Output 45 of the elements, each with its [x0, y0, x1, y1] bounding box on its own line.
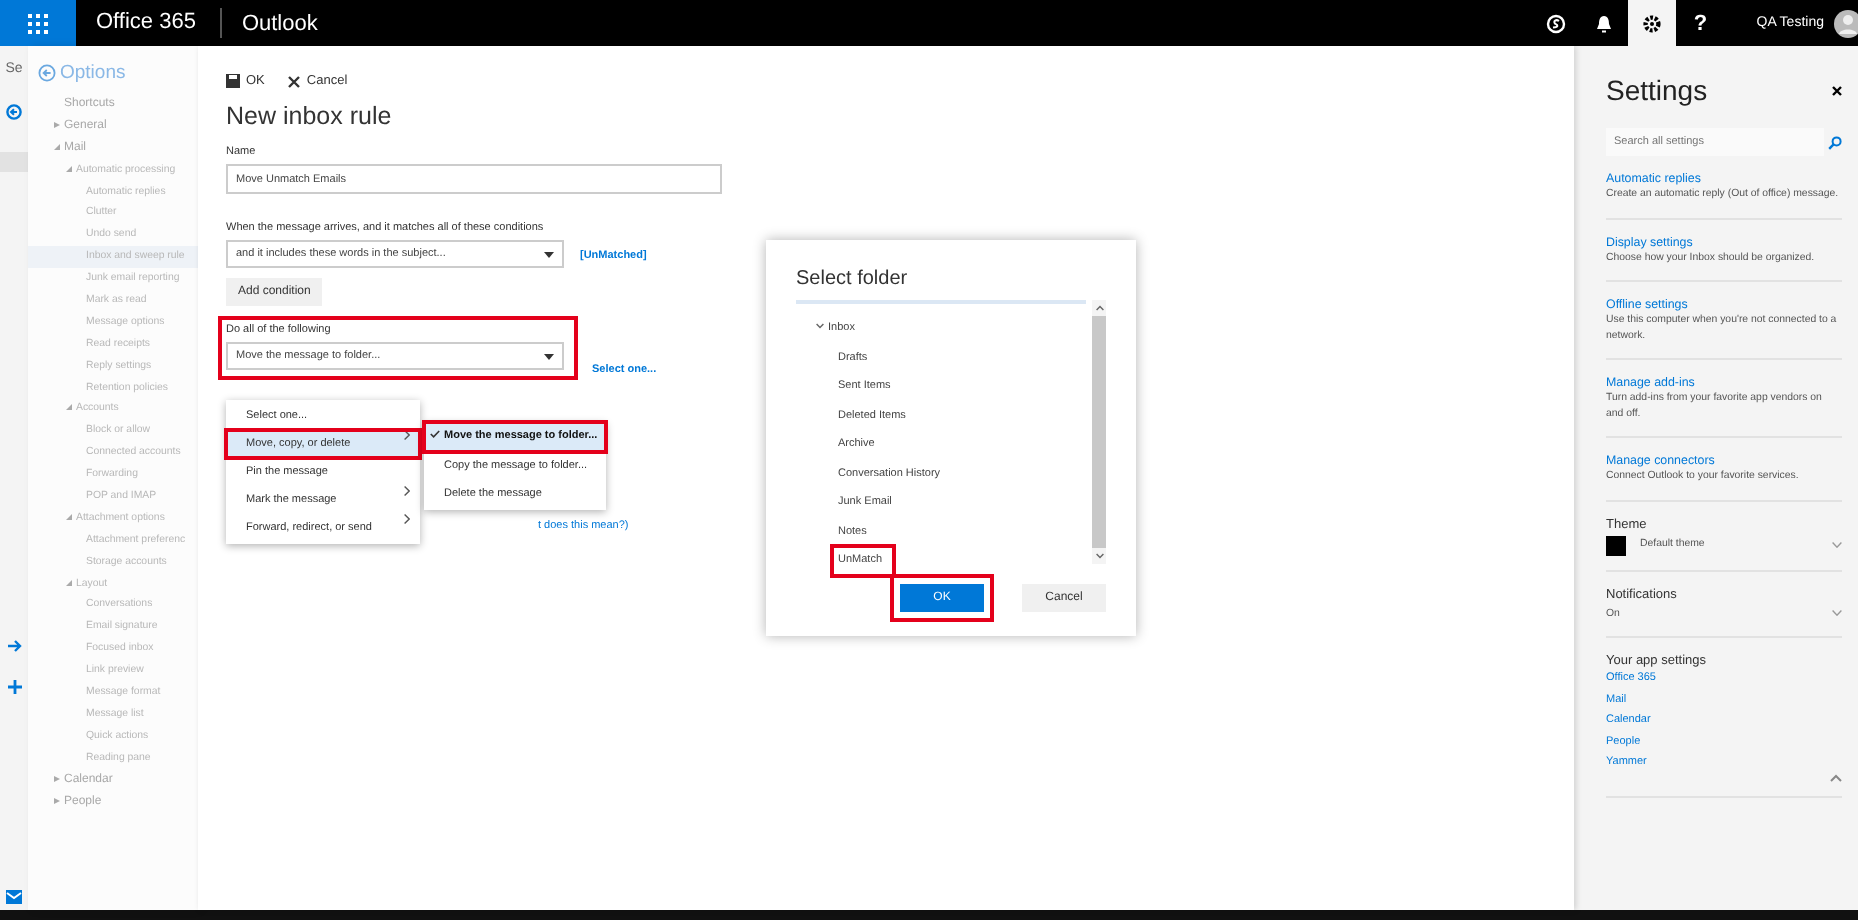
- mail-icon[interactable]: [6, 890, 22, 904]
- caret-right-icon: [54, 775, 60, 782]
- avatar-icon: [1834, 9, 1858, 37]
- save-icon: [226, 74, 240, 88]
- selected-band: [0, 152, 28, 172]
- caret-down-icon: [54, 143, 60, 150]
- grid-icon: [28, 13, 48, 33]
- arrow-right-icon[interactable]: [7, 640, 21, 652]
- caret-right-icon: [54, 797, 60, 803]
- caret-down-icon: [66, 404, 72, 411]
- search-icon: [1828, 135, 1842, 149]
- chevron-right-icon: [404, 514, 410, 524]
- caret-right-icon: [54, 121, 60, 128]
- caret-down-icon: [66, 513, 72, 520]
- chevron-up-icon[interactable]: [1830, 773, 1842, 781]
- caret-down-icon: [66, 579, 72, 586]
- settings-icon: [1642, 13, 1663, 33]
- dropdown-arrow-icon: [544, 251, 554, 257]
- caret-down-icon: [66, 165, 72, 172]
- back-arrow-icon[interactable]: [38, 64, 56, 82]
- chevron-right-icon: [404, 430, 410, 440]
- scroll-up-icon[interactable]: [1095, 300, 1103, 316]
- scroll-down-icon[interactable]: [1095, 548, 1103, 564]
- close-icon[interactable]: [1832, 85, 1842, 95]
- chevron-right-icon: [404, 486, 410, 496]
- settings-button[interactable]: [1628, 0, 1677, 46]
- close-icon: [288, 75, 301, 87]
- dropdown-arrow-icon: [544, 353, 554, 359]
- form-title: New inbox rule: [226, 102, 392, 130]
- s-circle-icon: [1546, 13, 1567, 33]
- options-title: Options: [60, 62, 126, 84]
- settings-title: Settings: [1606, 74, 1708, 106]
- scrollbar[interactable]: [1092, 300, 1106, 564]
- check-icon: [430, 430, 440, 438]
- help-button[interactable]: ?: [1676, 0, 1725, 46]
- chevron-down-icon: [816, 322, 824, 330]
- chevron-down-icon[interactable]: [1832, 542, 1842, 548]
- suite-name: Office 365: [76, 8, 222, 38]
- back-arrow-icon: [6, 104, 22, 120]
- chevron-down-icon[interactable]: [1832, 610, 1842, 617]
- dialog-title: Select folder: [796, 268, 910, 290]
- plus-icon[interactable]: [7, 680, 21, 694]
- app-launcher-button[interactable]: [0, 0, 76, 46]
- bell-icon: [1594, 13, 1615, 33]
- app-name: Outlook: [239, 11, 318, 35]
